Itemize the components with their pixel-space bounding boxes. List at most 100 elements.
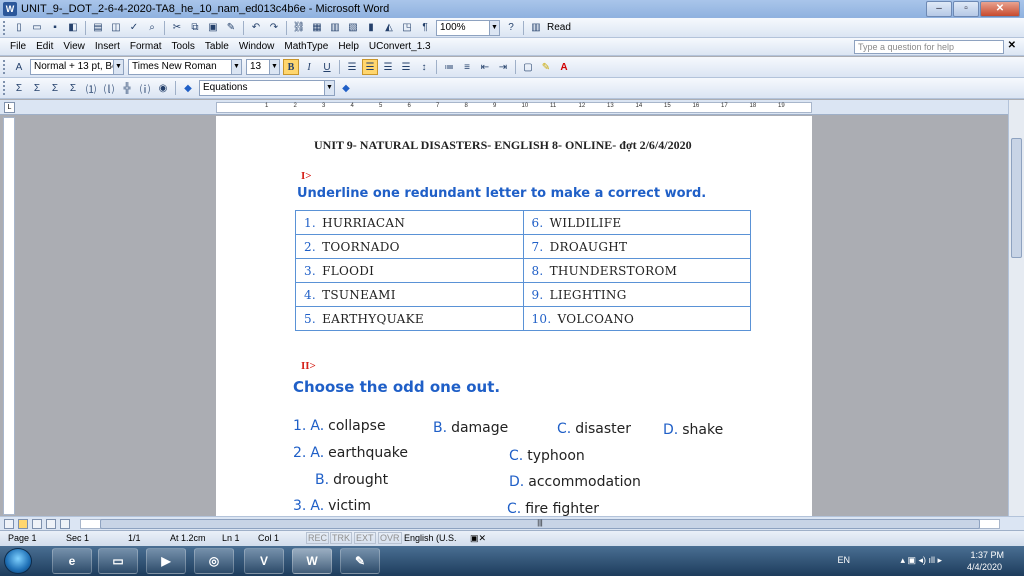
align-right-icon[interactable]: ☰ (380, 59, 396, 75)
update-eq-icon[interactable]: ⒤ (137, 80, 153, 96)
zoom-select[interactable]: 100% ▼ (436, 19, 500, 36)
read-button[interactable]: Read (547, 22, 571, 33)
tray-time[interactable]: 1:37 PM (970, 550, 1004, 560)
style-select[interactable]: Normal + 13 pt, Bolc ▼ (30, 59, 124, 75)
outline-view-icon[interactable] (46, 519, 56, 529)
sigma-icon[interactable]: Σ (47, 80, 63, 96)
browser-icon[interactable]: ◎ (194, 548, 234, 574)
line-spacing-icon[interactable]: ↕ (416, 59, 432, 75)
insert-table-icon[interactable]: ▥ (327, 20, 343, 36)
insert-eq-icon[interactable]: ╬ (119, 80, 135, 96)
help-question-input[interactable]: Type a question for help (854, 40, 1004, 54)
status-language[interactable]: English (U.S. (404, 533, 457, 543)
document-page[interactable]: UNIT 9- NATURAL DISASTERS- ENGLISH 8- ON… (216, 116, 812, 516)
read-icon[interactable]: ▥ (528, 20, 544, 36)
normal-view-icon[interactable] (4, 519, 14, 529)
menu-view[interactable]: View (63, 41, 85, 52)
reading-layout-icon[interactable] (60, 519, 70, 529)
vertical-scrollbar[interactable] (1008, 100, 1024, 516)
research-icon[interactable]: ⌕ (144, 20, 160, 36)
toolbar-grip[interactable] (3, 20, 7, 35)
web-layout-icon[interactable] (18, 519, 28, 529)
bold-button[interactable]: B (283, 59, 299, 75)
justify-icon[interactable]: ☰ (398, 59, 414, 75)
reference-eq-icon[interactable]: ⒧ (101, 80, 117, 96)
media-player-icon[interactable]: ▶ (146, 548, 186, 574)
highlight-icon[interactable]: ✎ (538, 59, 554, 75)
align-left-icon[interactable]: ☰ (344, 59, 360, 75)
explorer-icon[interactable]: ▭ (98, 548, 138, 574)
show-hide-icon[interactable]: ¶ (417, 20, 433, 36)
border-icon[interactable]: ▢ (520, 59, 536, 75)
menu-tools[interactable]: Tools (172, 41, 195, 52)
menu-mathtype[interactable]: MathType (284, 41, 328, 52)
menu-format[interactable]: Format (130, 41, 162, 52)
equations-go-icon[interactable]: ◆ (338, 80, 354, 96)
sigma-icon[interactable]: Σ (29, 80, 45, 96)
menu-edit[interactable]: Edit (36, 41, 53, 52)
font-select[interactable]: Times New Roman ▼ (128, 59, 242, 75)
decrease-indent-icon[interactable]: ⇤ (477, 59, 493, 75)
open-folder-icon[interactable]: ▭ (29, 20, 45, 36)
undo-icon[interactable]: ↶ (248, 20, 264, 36)
save-icon[interactable]: ▪ (47, 20, 63, 36)
minimize-button[interactable]: – (926, 1, 952, 17)
bullets-icon[interactable]: ≡ (459, 59, 475, 75)
ie-icon[interactable]: e (52, 548, 92, 574)
copy-icon[interactable]: ⧉ (187, 20, 203, 36)
doc-close-icon[interactable]: ✕ (1008, 40, 1016, 51)
vertical-scroll-thumb[interactable] (1011, 138, 1022, 258)
menu-insert[interactable]: Insert (95, 41, 120, 52)
drawing-icon[interactable]: ◭ (381, 20, 397, 36)
tab-selector[interactable]: L (4, 102, 15, 113)
styles-icon[interactable]: A (11, 59, 27, 75)
status-trk[interactable]: TRK (330, 532, 352, 544)
toolbar-grip[interactable] (3, 81, 7, 95)
status-ext[interactable]: EXT (354, 532, 376, 544)
document-map-icon[interactable]: ◳ (399, 20, 415, 36)
sigma-icon[interactable]: Σ (65, 80, 81, 96)
menu-file[interactable]: File (10, 41, 26, 52)
increase-indent-icon[interactable]: ⇥ (495, 59, 511, 75)
status-rec[interactable]: REC (306, 532, 330, 544)
maximize-button[interactable]: ▫ (953, 1, 979, 17)
hyperlink-icon[interactable]: ⛓ (291, 20, 307, 36)
mathtype-icon[interactable]: ◉ (155, 80, 171, 96)
start-button[interactable] (4, 548, 32, 574)
tray-date[interactable]: 4/4/2020 (967, 562, 1002, 572)
word-app-icon[interactable]: W (3, 2, 17, 16)
menu-window[interactable]: Window (239, 41, 275, 52)
unikey-icon[interactable]: V (244, 548, 284, 574)
menu-help[interactable]: Help (338, 41, 359, 52)
cut-icon[interactable]: ✂ (169, 20, 185, 36)
status-ovr[interactable]: OVR (378, 532, 402, 544)
vertical-ruler[interactable] (3, 117, 15, 515)
menu-uconvert[interactable]: UConvert_1.3 (369, 41, 431, 52)
spelling-icon[interactable]: ✓ (126, 20, 142, 36)
equations-select[interactable]: Equations ▼ (199, 80, 335, 96)
numbering-eq-icon[interactable]: ⑴ (83, 80, 99, 96)
underline-button[interactable]: U (319, 59, 335, 75)
redo-icon[interactable]: ↷ (266, 20, 282, 36)
tray-language[interactable]: EN (837, 555, 850, 565)
align-center-icon[interactable]: ☰ (362, 59, 378, 75)
horizontal-scroll-thumb[interactable]: ||| (100, 519, 980, 529)
print-icon[interactable]: ▤ (90, 20, 106, 36)
paint-icon[interactable]: ✎ (340, 548, 380, 574)
print-layout-icon[interactable] (32, 519, 42, 529)
tray-icons[interactable]: ▴ ▣ ◂) ıll ▸ (900, 555, 942, 566)
toolbar-grip[interactable] (3, 60, 7, 74)
italic-button[interactable]: I (301, 59, 317, 75)
spelling-status-icon[interactable]: ▣✕ (470, 533, 486, 544)
horizontal-scrollbar[interactable]: ||| (0, 516, 1024, 530)
tables-borders-icon[interactable]: ▦ (309, 20, 325, 36)
print-preview-icon[interactable]: ◫ (108, 20, 124, 36)
paste-icon[interactable]: ▣ (205, 20, 221, 36)
columns-icon[interactable]: ▮ (363, 20, 379, 36)
insert-excel-icon[interactable]: ▧ (345, 20, 361, 36)
close-button[interactable]: ✕ (980, 1, 1020, 17)
sigma-icon[interactable]: Σ (11, 80, 27, 96)
font-color-icon[interactable]: A (556, 59, 572, 75)
help-icon[interactable]: ? (503, 20, 519, 36)
format-painter-icon[interactable]: ✎ (223, 20, 239, 36)
